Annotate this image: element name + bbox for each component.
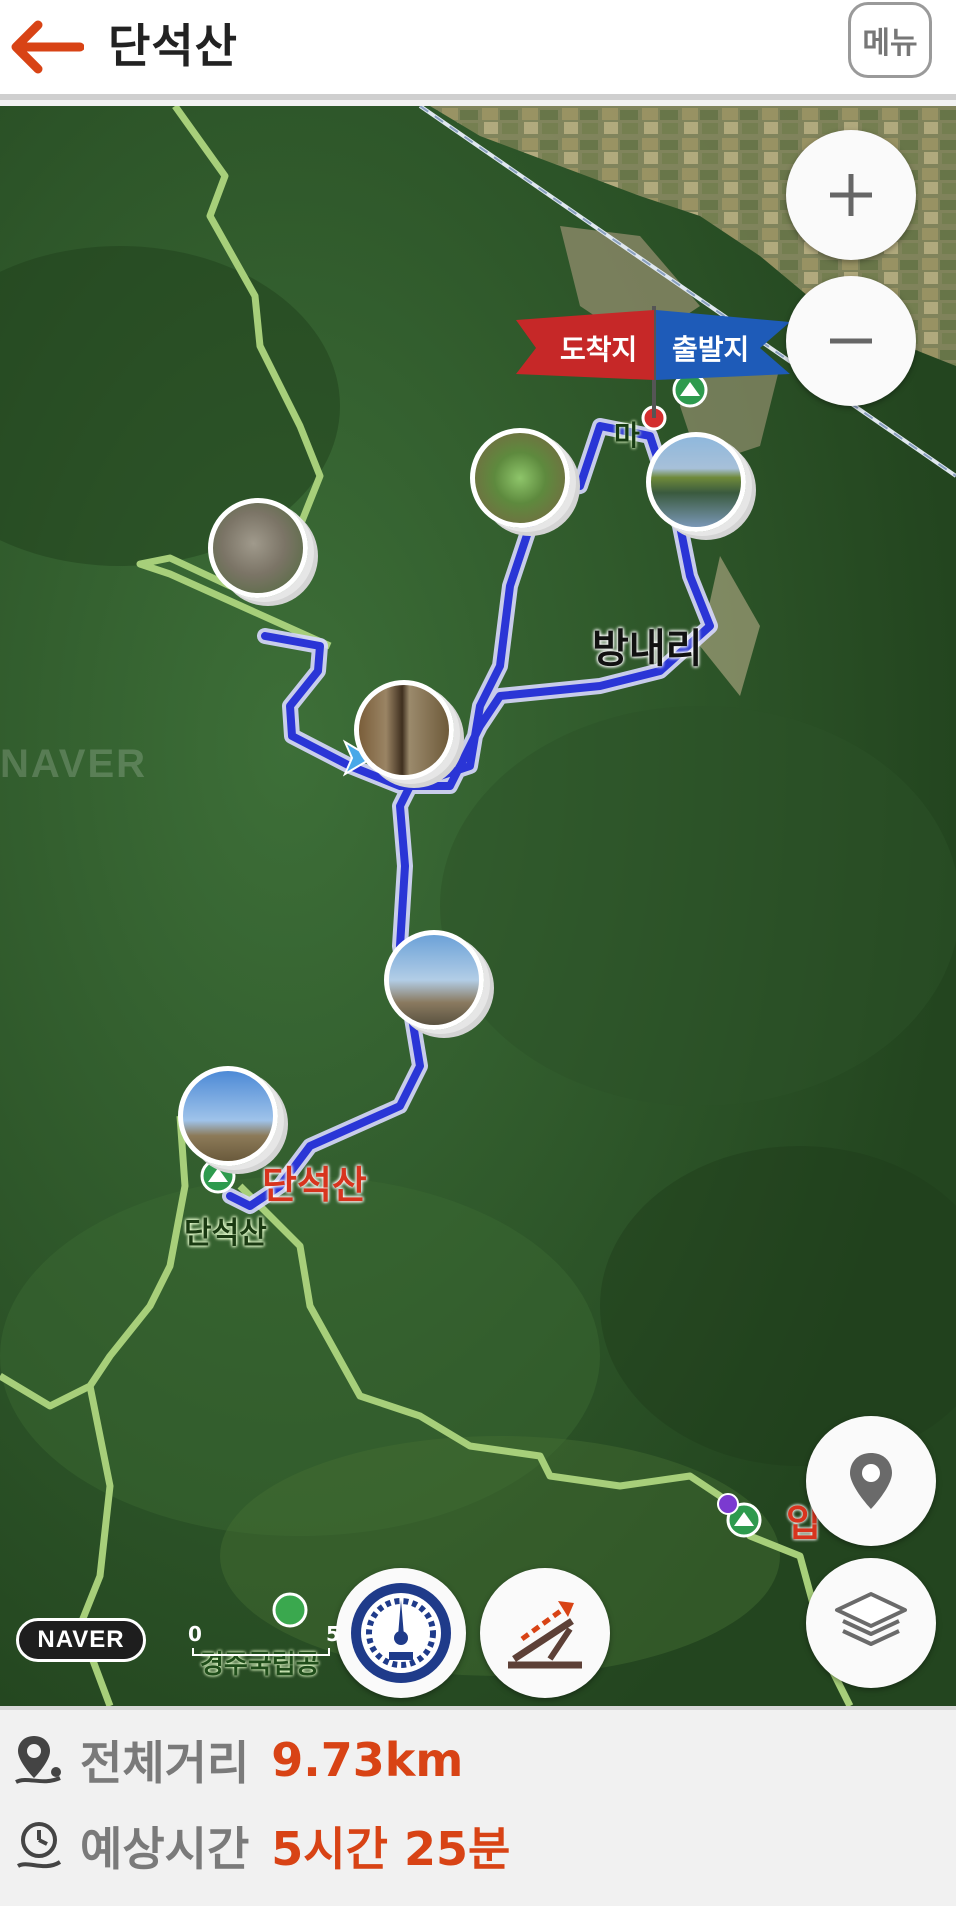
elevation-button[interactable] <box>480 1568 610 1698</box>
map-layers-button[interactable] <box>806 1558 936 1688</box>
minus-icon <box>830 338 872 344</box>
speed-button[interactable] <box>336 1568 466 1698</box>
map-label-peak-name: 단석산 <box>184 1216 267 1251</box>
scale-bar <box>192 1648 330 1656</box>
my-location-button[interactable] <box>806 1416 936 1546</box>
naver-logo: NAVER <box>16 1618 146 1662</box>
photo-marker-summit[interactable] <box>178 1066 278 1166</box>
photo-marker-plants[interactable] <box>470 428 570 528</box>
naver-watermark: NAVER <box>0 742 148 786</box>
map-pin-icon <box>15 1736 61 1784</box>
time-value: 5시간 25분 <box>271 1822 511 1876</box>
clock-icon <box>16 1822 62 1869</box>
time-row: 예상시간 5시간 25분 <box>14 1806 510 1886</box>
page-title: 단석산 <box>108 19 238 73</box>
arrival-flag-label: 도착지 <box>560 333 638 366</box>
scale-zero: 0 <box>188 1622 202 1646</box>
map-view[interactable]: 도착지 출발지 마 방내리 단석산 단석산 경주국립공 입 NAVER NAVE… <box>0 106 956 1706</box>
elevation-icon <box>508 1601 582 1669</box>
back-arrow-icon <box>11 20 84 74</box>
location-pin-icon <box>850 1453 892 1509</box>
app-screen: 단석산 메뉴 도착지 출발지 마 방내리 단석산 단석산 경주국립공 입 NAV… <box>0 0 956 1906</box>
scale-five: 5 <box>326 1622 340 1646</box>
top-bar: 단석산 메뉴 <box>0 0 956 100</box>
time-label: 예상시간 <box>80 1822 250 1876</box>
plus-icon <box>830 174 872 216</box>
photo-marker-rock-cliff[interactable] <box>208 498 308 598</box>
menu-button[interactable]: 메뉴 <box>848 2 932 78</box>
layers-icon <box>835 1592 907 1646</box>
speedometer-icon <box>351 1583 451 1683</box>
back-button[interactable] <box>6 12 86 82</box>
photo-marker-rock-pillar[interactable] <box>384 930 484 1030</box>
zoom-out-button[interactable] <box>786 276 916 406</box>
distance-label: 전체거리 <box>80 1736 250 1790</box>
map-label-village: 방내리 <box>592 626 703 672</box>
photo-marker-lake[interactable] <box>646 432 746 532</box>
distance-value: 9.73km <box>271 1733 464 1787</box>
route-summary: 전체거리 9.73km 예상시간 5시간 25분 <box>0 1706 956 1906</box>
distance-row: 전체거리 9.73km <box>14 1720 463 1800</box>
map-label-peak: 단석산 <box>262 1163 367 1207</box>
zoom-in-button[interactable] <box>786 130 916 260</box>
departure-flag-label: 출발지 <box>672 333 750 366</box>
map-label-upper: 마 <box>614 419 640 452</box>
photo-marker-signpost[interactable] <box>354 680 454 780</box>
